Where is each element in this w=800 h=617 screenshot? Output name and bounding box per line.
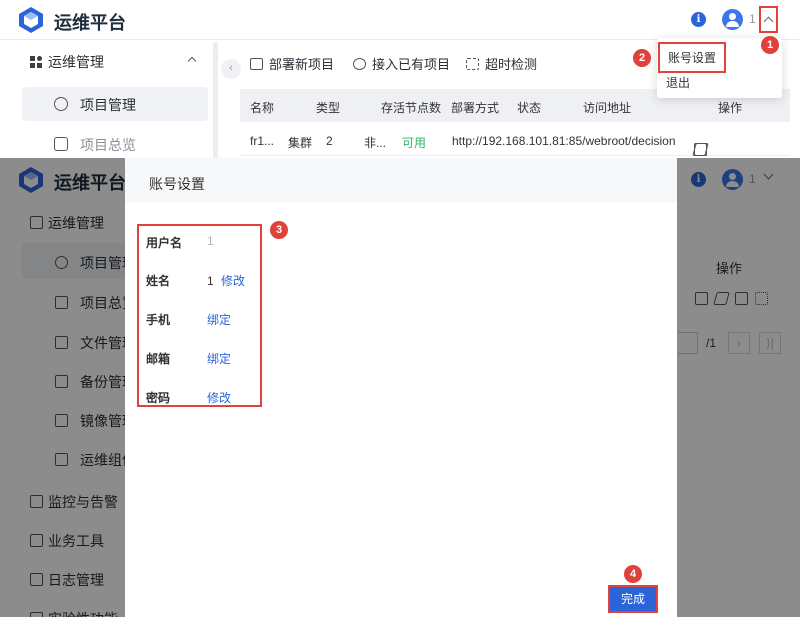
sidebar-scrollbar[interactable] [213, 42, 218, 158]
login-icon [353, 58, 366, 70]
grid-icon [30, 56, 42, 68]
col-url: 访问地址 [583, 101, 632, 115]
user-menu-toggle[interactable] [759, 6, 778, 33]
chevron-up-icon [763, 16, 774, 27]
sidebar-top: 运维管理 项目管理 项目总览 [0, 40, 218, 158]
dialog-title: 账号设置 [149, 176, 205, 192]
main-window-top: 运维平台 i 1 运维管理 项目管理 项目总览 ‹ 部署新项目 接入已有项目 超… [0, 0, 800, 158]
table-row: fr1... 集群 2 非... 可用 http://192.168.101.8… [240, 124, 790, 156]
avatar[interactable] [722, 9, 743, 30]
field-label-phone: 手机 [146, 313, 171, 327]
step-badge-1: 1 [761, 36, 779, 54]
step-badge-2: 2 [633, 49, 651, 67]
deploy-new-project-button[interactable]: 部署新项目 [250, 54, 334, 73]
menu-item-account-settings[interactable]: 账号设置 [658, 42, 727, 73]
cell-deploy: 非... [364, 136, 387, 150]
timeout-check-button[interactable]: 超时检测 [466, 54, 537, 73]
sidebar-item-project-management[interactable]: 项目管理 [22, 87, 208, 121]
chevron-up-icon[interactable] [187, 56, 197, 66]
info-icon[interactable]: i [691, 12, 706, 27]
cell-name: fr1... [250, 134, 275, 148]
collapse-sidebar-button[interactable]: ‹ [221, 59, 241, 79]
main-window-bottom: 运维平台 i 1 运维管理 项目管理 项目总览 文件管理 备份管理 镜像管理 运… [0, 158, 800, 617]
col-type: 类型 [316, 101, 341, 115]
sidebar-item-label: 项目管理 [80, 97, 136, 113]
overview-icon [54, 137, 68, 151]
sidebar-section-ops[interactable]: 运维管理 [48, 52, 104, 72]
cell-status: 可用 [402, 136, 427, 150]
join-project-button[interactable]: 接入已有项目 [353, 54, 450, 73]
user-name[interactable]: 1 [749, 12, 756, 26]
field-label-password: 密码 [146, 391, 171, 405]
fields-highlight-box: 用户名 1 姓名 1 修改 手机 绑定 邮箱 绑定 密码 修改 [137, 224, 262, 407]
change-password-link[interactable]: 修改 [207, 389, 231, 406]
col-alive-nodes: 存活节点数 [381, 101, 442, 115]
dialog-header: 账号设置 [125, 158, 677, 202]
join-label: 接入已有项目 [372, 57, 451, 72]
done-button[interactable]: 完成 [608, 585, 658, 613]
gear-icon [54, 97, 68, 111]
deploy-label: 部署新项目 [269, 57, 335, 72]
bind-phone-link[interactable]: 绑定 [207, 311, 231, 328]
field-label-email: 邮箱 [146, 352, 171, 366]
field-name-row: 1 修改 [207, 272, 245, 289]
bind-email-link[interactable]: 绑定 [207, 350, 231, 367]
app-title: 运维平台 [54, 13, 126, 33]
server-icon [250, 58, 263, 70]
field-label-username: 用户名 [146, 236, 183, 250]
col-actions: 操作 [718, 101, 743, 115]
step-badge-4: 4 [624, 565, 642, 583]
field-value-name: 1 [207, 274, 214, 288]
step-badge-3: 3 [270, 221, 288, 239]
cell-type: 集群 [288, 136, 313, 150]
col-status: 状态 [517, 101, 542, 115]
cell-url[interactable]: http://192.168.101.81:85/webroot/decisio… [452, 134, 676, 148]
app-logo-icon [19, 7, 43, 33]
field-label-name: 姓名 [146, 274, 171, 288]
sidebar-item-project-overview[interactable]: 项目总览 [22, 127, 208, 158]
field-value-username: 1 [207, 234, 214, 248]
col-name: 名称 [250, 101, 275, 115]
top-header: 运维平台 i 1 [0, 0, 800, 40]
col-deploy-mode: 部署方式 [451, 101, 500, 115]
timeout-label: 超时检测 [485, 57, 538, 72]
account-settings-dialog: 账号设置 用户名 1 姓名 1 修改 手机 绑定 邮箱 绑定 密码 修改 3 4… [125, 158, 677, 617]
menu-item-logout[interactable]: 退出 [666, 74, 690, 91]
scan-icon [466, 58, 479, 70]
edit-name-link[interactable]: 修改 [221, 274, 245, 288]
topology-icon[interactable] [694, 143, 707, 156]
cell-alive: 2 [326, 134, 333, 148]
sidebar-item-label: 项目总览 [80, 137, 136, 153]
